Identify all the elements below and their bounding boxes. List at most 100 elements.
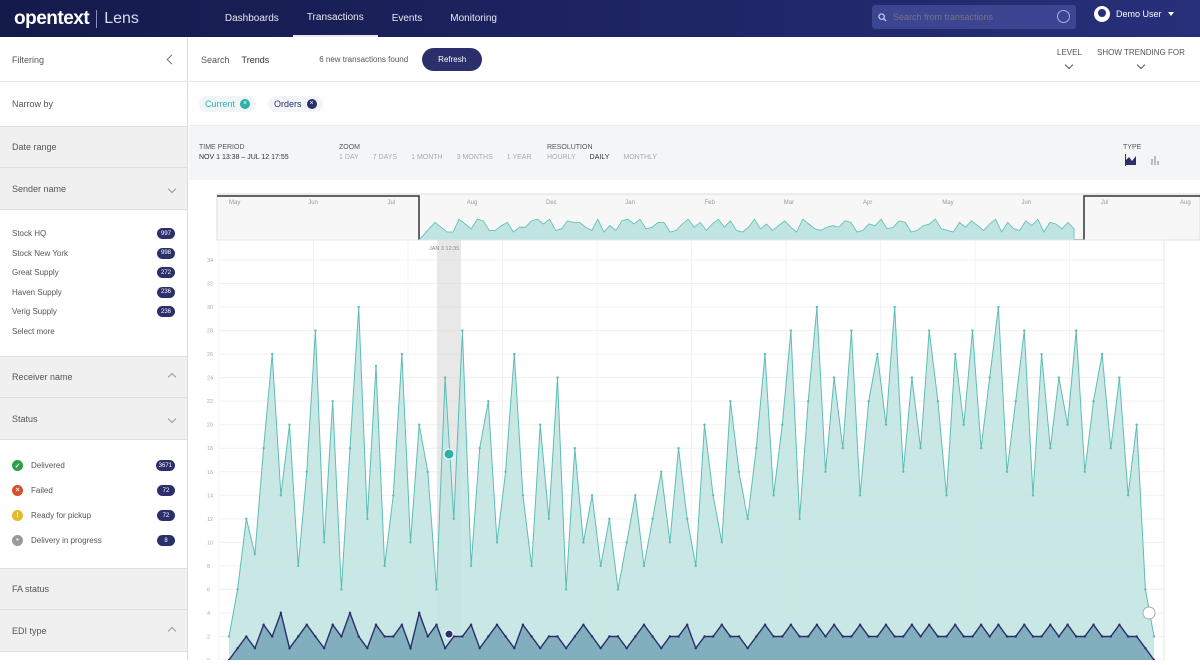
show-trending-dropdown[interactable]: SHOW TRENDING FOR	[1097, 48, 1185, 70]
sidebar-header: Filtering	[0, 38, 187, 82]
nav-dashboards[interactable]: Dashboards	[211, 0, 293, 37]
edi-type-section[interactable]: EDI type	[0, 610, 187, 652]
data-point	[694, 564, 697, 568]
info-icon: !	[12, 510, 23, 521]
narrow-by-row: Narrow by	[0, 82, 187, 126]
close-icon[interactable]: ×	[240, 98, 251, 109]
data-point	[504, 635, 507, 638]
sender-item[interactable]: Stock HQ 997	[12, 224, 175, 244]
data-point	[962, 423, 965, 426]
data-point	[564, 588, 568, 591]
data-point	[686, 623, 689, 626]
cursor-marker-orders[interactable]	[444, 629, 454, 639]
refresh-button[interactable]: Refresh	[422, 48, 483, 71]
data-point	[245, 635, 248, 638]
sender-item[interactable]: Haven Supply 236	[12, 283, 175, 303]
brand-logo: opentext	[14, 7, 90, 29]
count-badge: 8	[157, 535, 175, 546]
filter-chip-current[interactable]: Current ×	[199, 95, 257, 112]
zoom-option[interactable]: 1 DAY	[339, 154, 359, 161]
data-point	[443, 647, 447, 650]
main-panel: Search Trends 6 new transactions found R…	[189, 38, 1200, 664]
data-point	[686, 517, 689, 520]
time-period-value[interactable]: NOV 1 13:38 – JUL 12 17:55	[199, 154, 289, 161]
data-point	[850, 329, 853, 332]
data-point	[677, 447, 680, 450]
status-item-label: Delivery in progress	[31, 536, 102, 545]
help-icon[interactable]	[1057, 10, 1070, 23]
data-point	[1049, 623, 1052, 626]
nav-monitoring[interactable]: Monitoring	[436, 0, 511, 37]
zoom-option[interactable]: 3 MONTHS	[457, 154, 493, 161]
bar-chart-icon[interactable]	[1149, 154, 1161, 166]
resolution-label: RESOLUTION	[547, 144, 593, 151]
data-point	[945, 494, 948, 497]
close-icon[interactable]: ×	[306, 98, 317, 109]
zoom-option[interactable]: 7 DAYS	[373, 154, 397, 161]
chart-controls: TIME PERIOD NOV 1 13:38 – JUL 12 17:55 Z…	[189, 126, 1200, 180]
resolution-option[interactable]: DAILY	[590, 154, 610, 161]
y-tick-label: 2	[207, 634, 210, 640]
sender-item[interactable]: Stock New York 998	[12, 244, 175, 264]
zoom-option[interactable]: 1 MONTH	[411, 154, 443, 161]
data-point	[452, 517, 455, 520]
cursor-marker-current[interactable]	[443, 448, 455, 460]
sender-item[interactable]: Great Supply 272	[12, 263, 175, 283]
data-point	[660, 470, 663, 473]
resolution-option[interactable]: HOURLY	[547, 154, 576, 161]
sender-name-section[interactable]: Sender name	[0, 168, 187, 210]
count-badge: 72	[157, 510, 175, 521]
scroll-handle[interactable]	[1142, 606, 1156, 620]
data-point	[374, 623, 378, 626]
fa-status-section[interactable]: FA status	[0, 568, 187, 610]
data-point	[582, 623, 585, 626]
data-point	[513, 352, 516, 356]
data-point	[616, 635, 620, 638]
data-point	[461, 329, 464, 332]
zoom-option[interactable]: 1 YEAR	[507, 154, 532, 161]
data-point	[832, 376, 836, 379]
filter-chip-orders[interactable]: Orders ×	[268, 95, 323, 112]
select-more-link[interactable]: Select more	[12, 322, 175, 342]
data-point	[262, 447, 265, 450]
tab-trends[interactable]: Trends	[242, 55, 270, 65]
data-point	[928, 329, 931, 332]
user-menu[interactable]: Demo User	[1094, 6, 1174, 22]
collapse-sidebar-icon[interactable]	[166, 54, 177, 65]
data-point	[798, 517, 801, 520]
data-point	[755, 447, 758, 450]
data-point	[668, 541, 672, 544]
nav-transactions[interactable]: Transactions	[292, 0, 378, 37]
level-dropdown[interactable]: LEVEL	[1057, 48, 1082, 70]
y-tick-label: 18	[207, 446, 213, 452]
status-item-label: Failed	[31, 486, 53, 495]
data-point	[495, 541, 499, 544]
overview-month-label: Jun	[308, 200, 318, 206]
chevron-down-icon	[1167, 12, 1174, 16]
data-point	[884, 423, 888, 426]
sender-item[interactable]: Verig Supply 236	[12, 302, 175, 322]
status-section[interactable]: Status	[0, 398, 187, 440]
status-item-delivered[interactable]: ✓ Delivered 3671	[12, 453, 175, 478]
data-point	[807, 400, 810, 403]
status-item-failed[interactable]: × Failed 72	[12, 478, 175, 503]
area-chart-icon[interactable]	[1125, 154, 1137, 166]
status-list: ✓ Delivered 3671 × Failed 72 ! Ready for…	[0, 440, 187, 568]
overview-month-label: Aug	[467, 200, 478, 206]
status-item-ready[interactable]: ! Ready for pickup 72	[12, 503, 175, 528]
sender-name-label: Sender name	[12, 183, 67, 194]
receiver-name-section[interactable]: Receiver name	[0, 356, 187, 398]
data-point	[876, 635, 879, 638]
data-point	[703, 423, 706, 426]
count-badge: 236	[157, 286, 175, 298]
data-point	[1057, 376, 1061, 379]
status-item-in-progress[interactable]: • Delivery in progress 8	[12, 528, 175, 553]
tab-search[interactable]: Search	[201, 55, 230, 65]
nav-events[interactable]: Events	[378, 0, 437, 37]
search-input[interactable]	[893, 12, 1043, 22]
data-point	[305, 623, 308, 626]
overview-month-label: Mar	[784, 200, 794, 206]
resolution-option[interactable]: MONTHLY	[623, 154, 657, 161]
date-range-section[interactable]: Date range	[0, 126, 187, 168]
search-icon[interactable]	[878, 12, 887, 22]
